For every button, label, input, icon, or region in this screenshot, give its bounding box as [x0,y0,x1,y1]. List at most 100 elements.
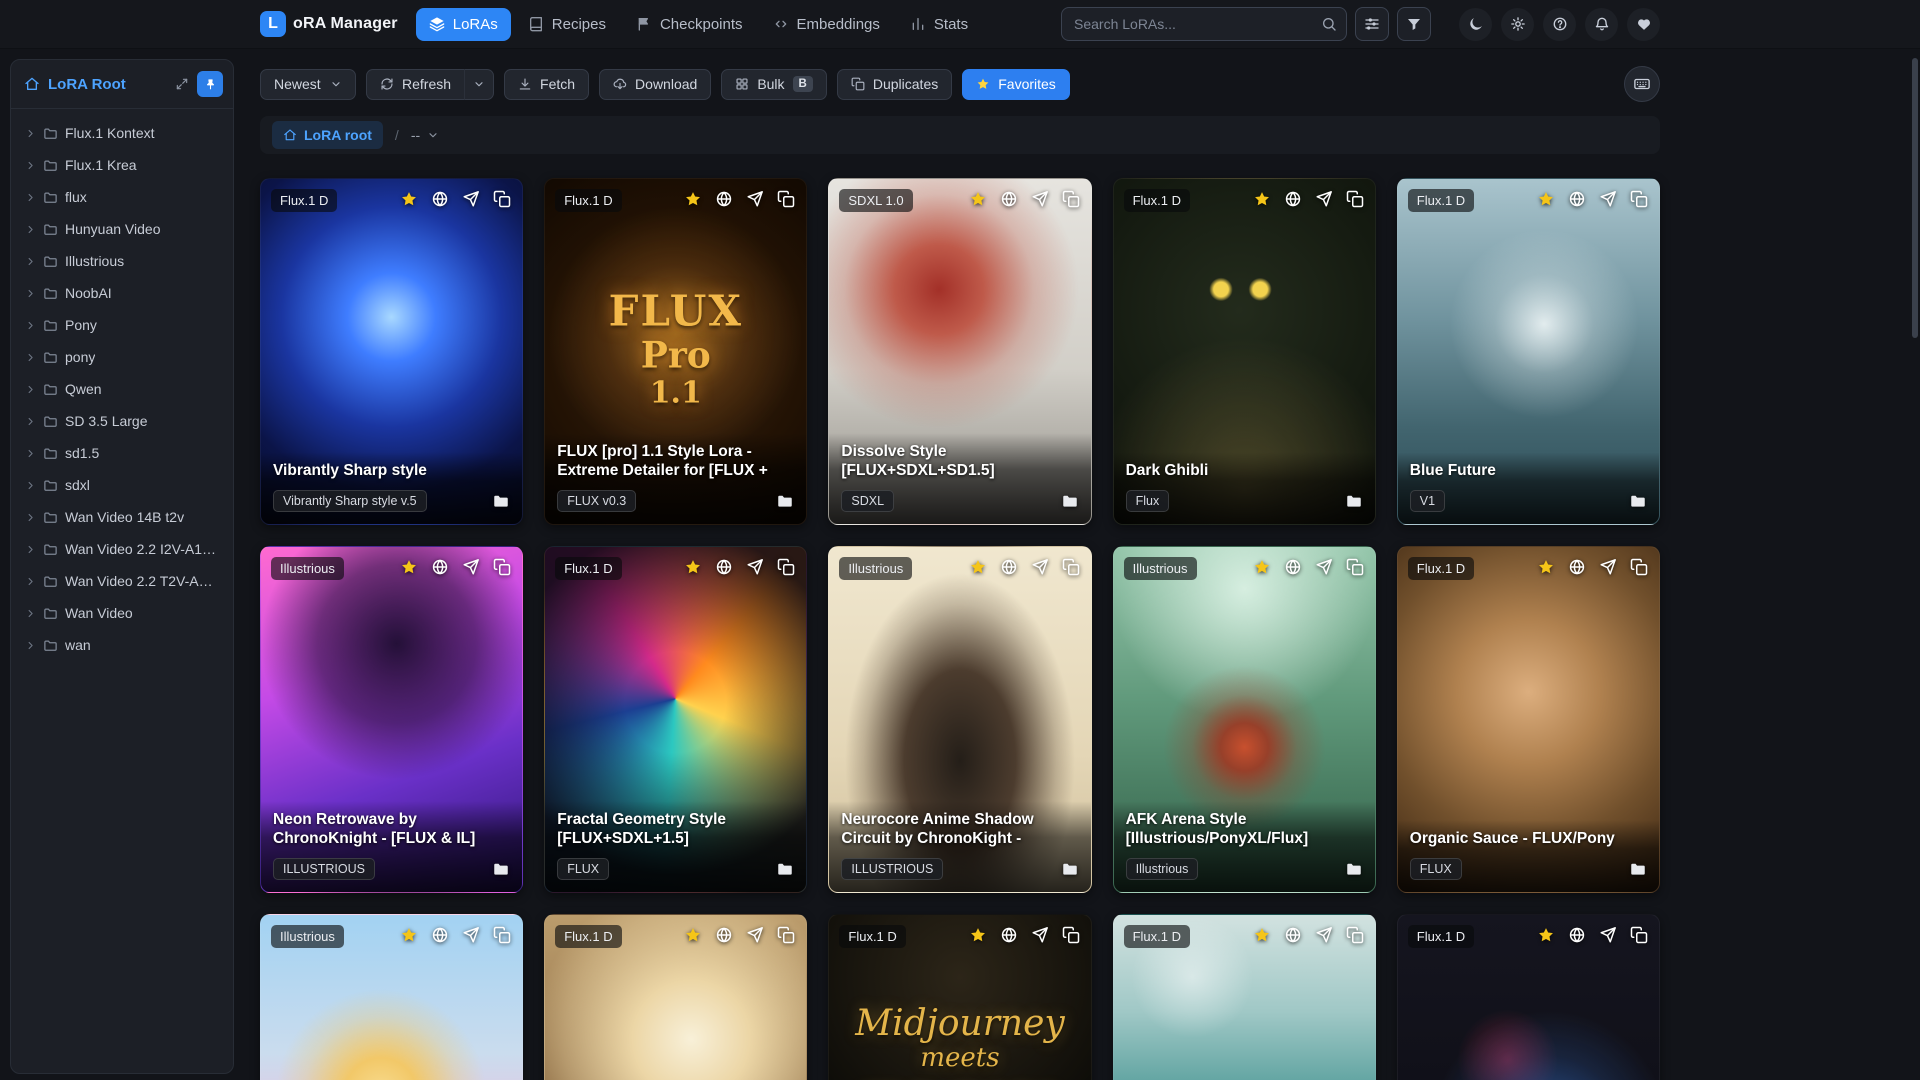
folder-icon[interactable] [1629,492,1647,510]
pin-button[interactable] [197,71,223,97]
copy-icon[interactable] [1630,926,1648,944]
folder-item[interactable]: Pony [17,309,227,341]
fetch-button[interactable]: Fetch [504,68,590,100]
folder-item[interactable]: Flux.1 Kontext [17,117,227,149]
send-icon[interactable] [1315,926,1333,944]
copy-icon[interactable] [1630,190,1648,208]
scrollbar[interactable] [1910,52,1918,1076]
nav-item-recipes[interactable]: Recipes [515,8,619,41]
folder-item[interactable]: Flux.1 Krea [17,149,227,181]
lora-card[interactable]: Flux.1 D FLUX Pro 1.1 FLUX [pro] 1.1 Style L… [544,178,808,525]
send-icon[interactable] [1031,558,1049,576]
folder-icon[interactable] [776,860,794,878]
send-icon[interactable] [462,926,480,944]
folder-item[interactable]: Illustrious [17,245,227,277]
globe-icon[interactable] [715,926,733,944]
folder-icon[interactable] [1345,860,1363,878]
notifications-button[interactable] [1585,7,1618,41]
favorite-star-icon[interactable] [969,190,987,208]
copy-icon[interactable] [1062,926,1080,944]
copy-icon[interactable] [1630,558,1648,576]
send-icon[interactable] [1031,926,1049,944]
search-icon[interactable] [1321,16,1337,32]
send-icon[interactable] [746,558,764,576]
globe-icon[interactable] [431,926,449,944]
favorite-star-icon[interactable] [969,926,987,944]
globe-icon[interactable] [1284,558,1302,576]
download-button[interactable]: Download [599,68,712,100]
send-icon[interactable] [462,190,480,208]
favorite-star-icon[interactable] [1253,926,1271,944]
folder-item[interactable]: Wan Video 2.2 I2V-A14B [17,533,227,565]
folder-icon[interactable] [492,860,510,878]
globe-icon[interactable] [431,558,449,576]
globe-icon[interactable] [1000,190,1018,208]
duplicates-button[interactable]: Duplicates [836,68,953,100]
send-icon[interactable] [462,558,480,576]
favorite-star-icon[interactable] [684,926,702,944]
copy-icon[interactable] [1062,190,1080,208]
filter-funnel-button[interactable] [1397,7,1431,41]
folder-item[interactable]: flux [17,181,227,213]
folder-item[interactable]: Hunyuan Video [17,213,227,245]
copy-icon[interactable] [493,926,511,944]
globe-icon[interactable] [1568,926,1586,944]
favorite-star-icon[interactable] [1253,558,1271,576]
folder-icon[interactable] [776,492,794,510]
globe-icon[interactable] [431,190,449,208]
nav-item-loras[interactable]: LoRAs [415,7,511,41]
copy-icon[interactable] [1346,926,1364,944]
copy-icon[interactable] [1346,558,1364,576]
send-icon[interactable] [746,926,764,944]
copy-icon[interactable] [1062,558,1080,576]
copy-icon[interactable] [493,190,511,208]
expand-icon[interactable] [175,77,189,91]
bulk-button[interactable]: Bulk B [721,68,827,100]
copy-icon[interactable] [493,558,511,576]
lora-card[interactable]: Flux.1 D Fractal Geometry Style [FLUX+SDX… [544,546,808,893]
globe-icon[interactable] [1284,926,1302,944]
breadcrumb-current[interactable]: -- [411,127,439,143]
folder-item[interactable]: Qwen [17,373,227,405]
favorite-star-icon[interactable] [684,558,702,576]
globe-icon[interactable] [1568,558,1586,576]
folder-icon[interactable] [1629,860,1647,878]
folder-item[interactable]: Wan Video [17,597,227,629]
breadcrumb-root[interactable]: LoRA root [272,121,383,149]
lora-card[interactable]: Illustrious Neon Retrowave by ChronoKnigh… [260,546,524,893]
favorite-star-icon[interactable] [969,558,987,576]
folder-icon[interactable] [492,492,510,510]
send-icon[interactable] [1315,190,1333,208]
filter-sliders-button[interactable] [1355,7,1389,41]
lora-card[interactable]: Illustrious AFK Arena Style [Illustrious/… [1112,546,1376,893]
globe-icon[interactable] [715,558,733,576]
theme-toggle-button[interactable] [1459,7,1492,41]
sort-select[interactable]: Newest [260,68,356,100]
globe-icon[interactable] [1000,926,1018,944]
lora-card[interactable]: Flux.1 D [1396,914,1660,1080]
globe-icon[interactable] [1568,190,1586,208]
nav-item-stats[interactable]: Stats [897,8,981,41]
favorite-star-icon[interactable] [1537,926,1555,944]
search-input[interactable] [1061,7,1347,41]
send-icon[interactable] [1315,558,1333,576]
scrollbar-thumb[interactable] [1912,58,1918,338]
send-icon[interactable] [1599,190,1617,208]
help-button[interactable] [1543,7,1576,41]
globe-icon[interactable] [1284,190,1302,208]
favorite-star-icon[interactable] [400,558,418,576]
lora-card[interactable]: Flux.1 D [1112,914,1376,1080]
folder-icon[interactable] [1345,492,1363,510]
lora-card[interactable]: Flux.1 D Organic Sauce - FLUX/Pony FLUX [1396,546,1660,893]
folder-item[interactable]: Wan Video 2.2 T2V-A14B [17,565,227,597]
favorites-button[interactable]: Favorites [962,68,1070,100]
keyboard-shortcuts-button[interactable] [1624,66,1660,102]
folder-item[interactable]: SD 3.5 Large [17,405,227,437]
lora-card[interactable]: SDXL 1.0 Dissolve Style [FLUX+SDXL+SD1.5]… [828,178,1092,525]
copy-icon[interactable] [1346,190,1364,208]
favorite-star-icon[interactable] [400,190,418,208]
refresh-button[interactable]: Refresh [366,68,466,100]
favorite-star-icon[interactable] [1253,190,1271,208]
folder-icon[interactable] [1061,860,1079,878]
favorite-star-icon[interactable] [400,926,418,944]
